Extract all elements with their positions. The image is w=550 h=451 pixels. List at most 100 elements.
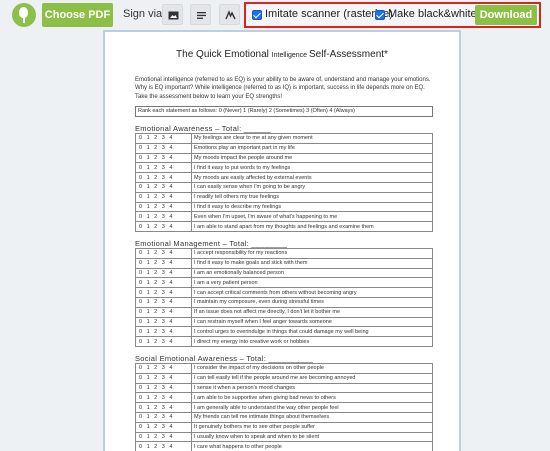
- question-row: 0 1 2 3 4I direct my energy into creativ…: [135, 336, 433, 347]
- question-text: I can easily sense when I'm going to be …: [191, 181, 433, 193]
- rating-scale: 0 1 2 3 4: [135, 296, 192, 308]
- question-text: I usually know when to speak and when to…: [191, 431, 433, 443]
- question-text: Emotions play an important part in my li…: [191, 142, 433, 154]
- question-row: 0 1 2 3 4 My moods are easily affected by…: [135, 172, 433, 183]
- rating-scale: 0 1 2 3 4: [135, 277, 192, 289]
- rating-scale: 0 1 2 3 4: [135, 382, 192, 394]
- question-text: I am generally able to understand the wa…: [191, 402, 433, 413]
- question-text: It genuinely bothers me to see other peo…: [191, 421, 433, 433]
- question-row: 0 1 2 3 4I am a very patient person: [135, 277, 433, 289]
- question-text: I readily tell others my true feelings: [191, 191, 433, 203]
- question-row: 0 1 2 3 4 My feelings are clear to me at …: [135, 133, 433, 144]
- question-row: 0 1 2 3 4I readily tell others my true f…: [135, 191, 433, 203]
- question-row: 0 1 2 3 4I consider the impact of my dec…: [135, 363, 433, 374]
- question-row: 0 1 2 3 4I am able to stand apart from m…: [135, 221, 433, 232]
- question-text: I am able to stand apart from my thought…: [191, 221, 433, 232]
- question-text: I care what happens to other people: [191, 441, 433, 451]
- rating-scale: 0 1 2 3 4: [135, 402, 192, 413]
- question-row: 0 1 2 3 4I am an emotionally balanced pe…: [135, 267, 433, 279]
- question-row: 0 1 2 3 4I can easily sense when I'm goi…: [135, 181, 433, 193]
- question-text: I maintain my composure, even during str…: [191, 296, 433, 308]
- question-text: If an issue does not affect me directly,…: [191, 306, 433, 318]
- question-row: 0 1 2 3 4I control urges to overindulge …: [135, 326, 433, 338]
- rating-scale: 0 1 2 3 4: [135, 221, 192, 232]
- question-text: I find it easy to make goals and stick w…: [191, 257, 433, 269]
- rating-scale: 0 1 2 3 4: [135, 316, 192, 328]
- question-row: 0 1 2 3 4I find it easy to make goals an…: [135, 257, 433, 269]
- sign-text-button[interactable]: [190, 4, 211, 25]
- choose-pdf-button[interactable]: Choose PDF: [42, 3, 113, 27]
- rasterize-checkbox[interactable]: [252, 10, 262, 20]
- sign-draw-button[interactable]: [219, 4, 240, 25]
- question-text: I control urges to overindulge in things…: [191, 326, 433, 338]
- toolbar: Choose PDF Sign via: Imitate scanner (ra…: [0, 0, 550, 30]
- question-row: 0 1 2 3 4 Emotions play an important part…: [135, 142, 433, 154]
- intro-paragraph: Emotional intelligence (referred to as E…: [135, 77, 431, 100]
- question-table: 0 1 2 3 4I consider the impact of my dec…: [135, 363, 433, 451]
- rating-scale: 0 1 2 3 4: [135, 363, 192, 374]
- question-text: I can accept critical comments from othe…: [191, 287, 433, 298]
- question-row: 0 1 2 3 4I can accept critical comments …: [135, 287, 433, 298]
- question-text: My moods are easily affected by external…: [191, 172, 433, 183]
- question-row: 0 1 2 3 4 If an issue does not affect me …: [135, 306, 433, 318]
- image-icon: [168, 11, 179, 20]
- sign-image-button[interactable]: [162, 4, 183, 25]
- document-title: The Quick Emotional Intelligence Self-As…: [105, 49, 459, 60]
- rating-scale: 0 1 2 3 4: [135, 152, 192, 164]
- question-row: 0 1 2 3 4 My moods impact the people arou…: [135, 152, 433, 164]
- rating-scale: 0 1 2 3 4: [135, 441, 192, 451]
- question-row: 0 1 2 3 4I am able to be supportive when…: [135, 392, 433, 404]
- question-text: My friends can tell me intimate things a…: [191, 411, 433, 423]
- rating-scale: 0 1 2 3 4: [135, 172, 192, 183]
- sign-via-label: Sign via:: [123, 8, 166, 20]
- question-table: 0 1 2 3 4I accept responsibility for my …: [135, 248, 433, 347]
- rating-scale: 0 1 2 3 4: [135, 336, 192, 347]
- question-text: I am an emotionally balanced person: [191, 267, 433, 279]
- rating-scale: 0 1 2 3 4: [135, 326, 192, 338]
- question-text: I can restrain myself when I feel anger …: [191, 316, 433, 328]
- question-text: I am able to be supportive when giving b…: [191, 392, 433, 404]
- question-row: 0 1 2 3 4I maintain my composure, even d…: [135, 296, 433, 308]
- rating-scale: 0 1 2 3 4: [135, 248, 192, 259]
- question-row: 0 1 2 3 4I usually know when to speak an…: [135, 431, 433, 443]
- black-white-checkbox[interactable]: [375, 10, 385, 20]
- rating-scale: 0 1 2 3 4: [135, 142, 192, 154]
- rating-scale: 0 1 2 3 4: [135, 267, 192, 279]
- rating-scale: 0 1 2 3 4: [135, 392, 192, 404]
- rating-scale: 0 1 2 3 4: [135, 201, 192, 213]
- question-row: 0 1 2 3 4I can tell easily tell if the p…: [135, 372, 433, 384]
- rating-scale: 0 1 2 3 4: [135, 306, 192, 318]
- rating-scale: 0 1 2 3 4: [135, 181, 192, 193]
- black-white-label[interactable]: Make black&white: [388, 8, 477, 20]
- question-row: 0 1 2 3 4I am generally able to understa…: [135, 402, 433, 413]
- section-heading: Social Emotional Awareness – Total: ____…: [135, 354, 314, 363]
- text-lines-icon: [197, 12, 206, 19]
- draw-signature-icon: [225, 10, 236, 20]
- question-text: My feelings are clear to me at any given…: [191, 133, 433, 144]
- export-options-group: Imitate scanner (rasterize) Make black&w…: [244, 2, 541, 28]
- section-heading: Emotional Management – Total: ________: [135, 239, 288, 248]
- question-text: I consider the impact of my decisions on…: [191, 363, 433, 374]
- rating-scale: 0 1 2 3 4: [135, 191, 192, 203]
- question-text: I can tell easily tell if the people aro…: [191, 372, 433, 384]
- question-text: I am a very patient person: [191, 277, 433, 289]
- question-row: 0 1 2 3 4I accept responsibility for my …: [135, 248, 433, 259]
- section-heading: Emotional Awareness – Total: ______: [135, 124, 271, 133]
- rank-instructions: Rank each statement as follows: 0 (Never…: [135, 106, 433, 117]
- rating-scale: 0 1 2 3 4: [135, 133, 192, 144]
- question-text: I direct my energy into creative work or…: [191, 336, 433, 347]
- rasterize-label[interactable]: Imitate scanner (rasterize): [265, 8, 393, 20]
- download-button[interactable]: Download: [475, 5, 537, 25]
- rating-scale: 0 1 2 3 4: [135, 287, 192, 298]
- question-row: 0 1 2 3 4 My friends can tell me intimate…: [135, 411, 433, 423]
- rating-scale: 0 1 2 3 4: [135, 211, 192, 223]
- question-text: I find it easy to put words to my feelin…: [191, 162, 433, 174]
- question-row: 0 1 2 3 4I can restrain myself when I fe…: [135, 316, 433, 328]
- rating-scale: 0 1 2 3 4: [135, 257, 192, 269]
- title-end: Self-Assessment*: [309, 49, 388, 60]
- question-row: 0 1 2 3 4I find it easy to put words to …: [135, 162, 433, 174]
- question-row: 0 1 2 3 4 It genuinely bothers me to see …: [135, 421, 433, 433]
- question-text: I find it easy to describe my feelings: [191, 201, 433, 213]
- rating-scale: 0 1 2 3 4: [135, 411, 192, 423]
- pdf-page-preview: The Quick Emotional Intelligence Self-As…: [103, 30, 461, 451]
